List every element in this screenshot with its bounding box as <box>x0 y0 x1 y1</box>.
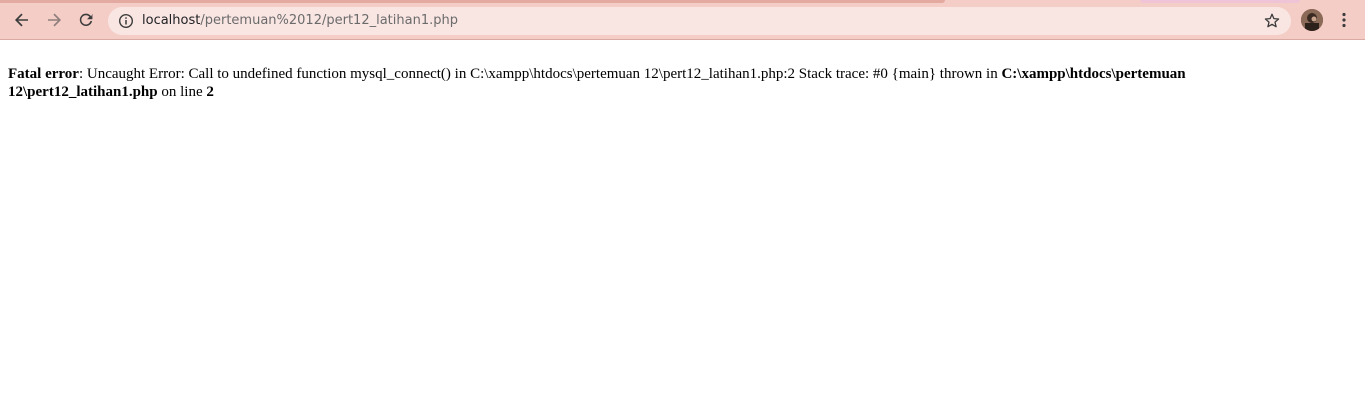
error-line-number: 2 <box>206 84 214 100</box>
php-fatal-error: Fatal error: Uncaught Error: Call to und… <box>8 65 1278 101</box>
url-text[interactable]: localhost/pertemuan%2012/pert12_latihan1… <box>142 7 458 35</box>
reload-icon <box>79 13 93 27</box>
back-arrow-icon <box>15 13 28 27</box>
browser-menu-button[interactable] <box>1334 8 1354 32</box>
kebab-menu-icon <box>1342 12 1346 28</box>
tab-strip-edge <box>0 0 945 3</box>
url-path: /pertemuan%2012/pert12_latihan1.php <box>200 13 458 28</box>
error-message: : Uncaught Error: Call to undefined func… <box>78 66 1002 82</box>
tab-strip-edge-right <box>1140 0 1300 3</box>
address-bar[interactable]: localhost/pertemuan%2012/pert12_latihan1… <box>108 7 1291 35</box>
reload-button[interactable] <box>72 6 100 34</box>
info-icon[interactable] <box>118 13 134 29</box>
url-host: localhost <box>142 13 201 28</box>
forward-arrow-icon <box>48 13 61 27</box>
star-icon[interactable] <box>1263 12 1281 30</box>
back-button[interactable] <box>8 6 36 34</box>
page-content: Fatal error: Uncaught Error: Call to und… <box>0 40 1365 417</box>
profile-photo <box>1301 9 1323 31</box>
avatar[interactable] <box>1301 9 1323 31</box>
browser-toolbar: localhost/pertemuan%2012/pert12_latihan1… <box>0 0 1365 40</box>
error-on-line: on line <box>157 84 207 100</box>
forward-button[interactable] <box>40 6 68 34</box>
error-label: Fatal error <box>8 66 79 82</box>
